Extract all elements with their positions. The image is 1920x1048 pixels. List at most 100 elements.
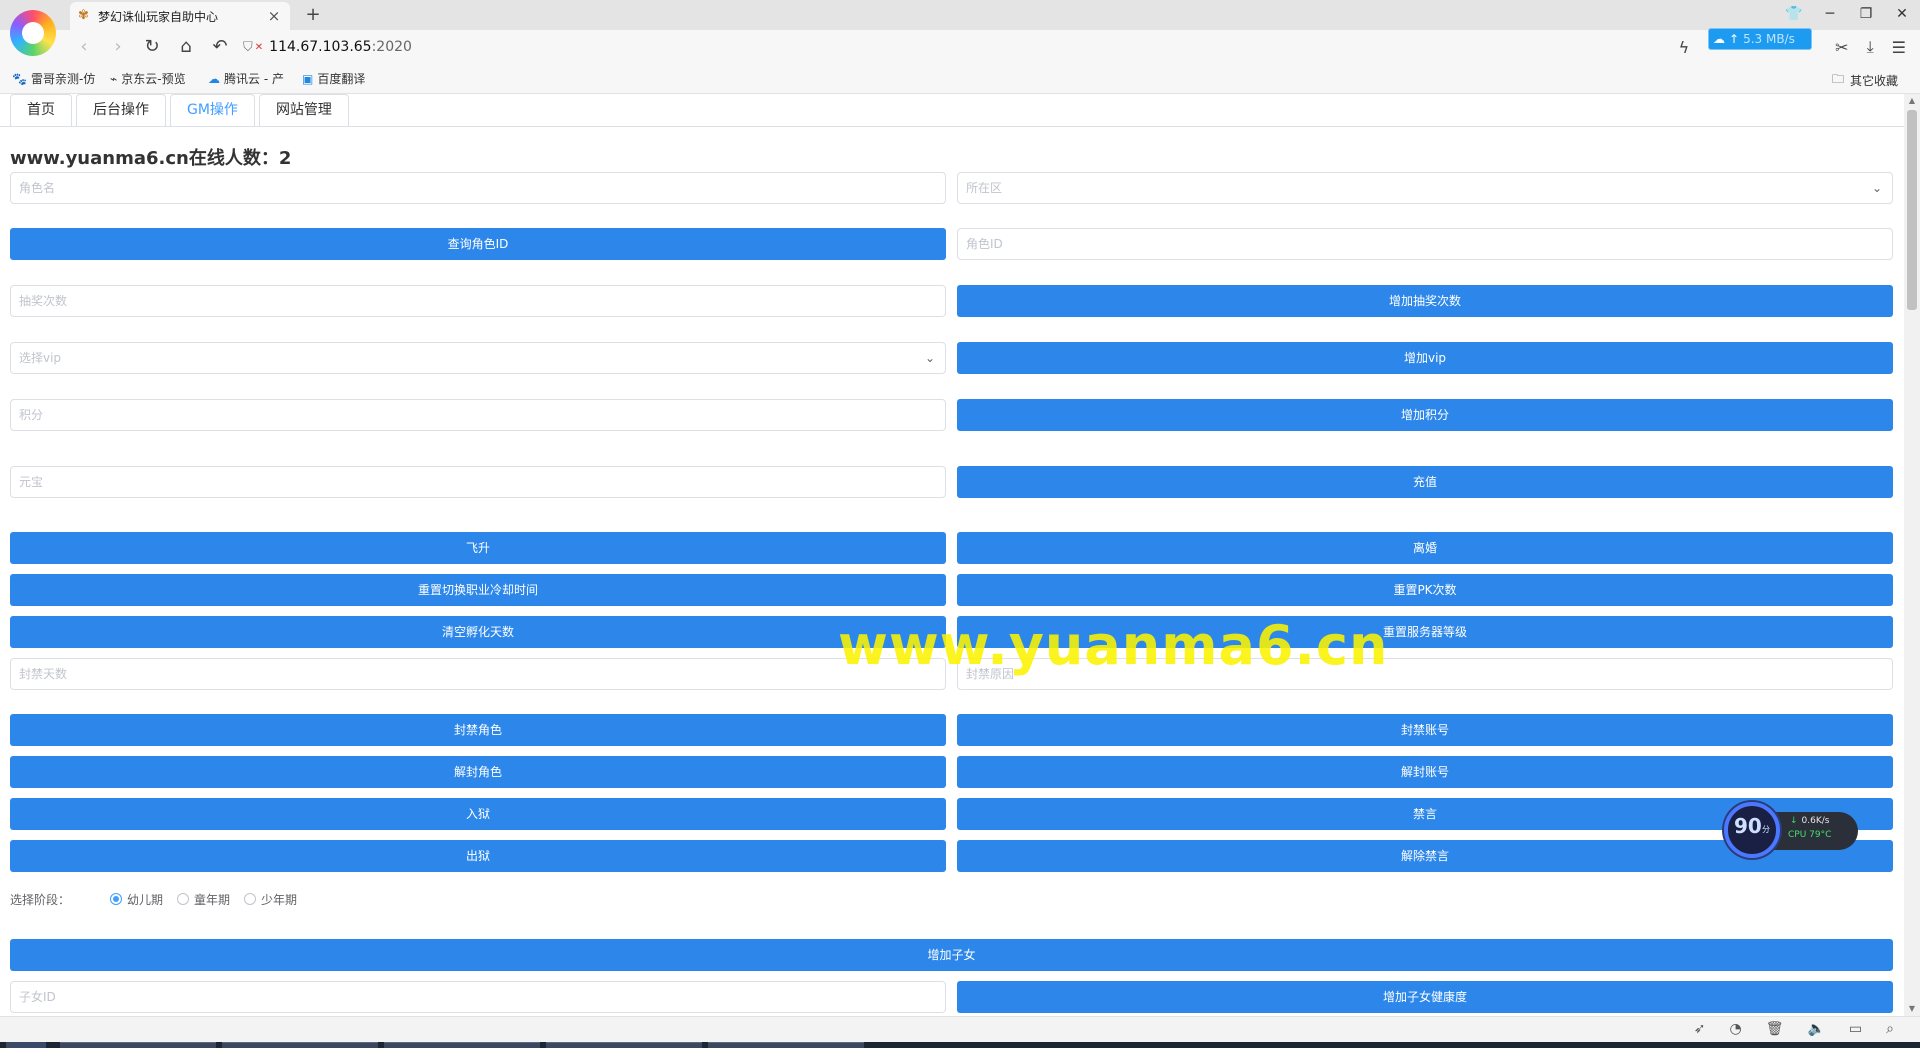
stage-selector: 选择阶段： 幼儿期 童年期 少年期 [10, 890, 297, 908]
server-select[interactable]: 所在区 ⌄ [957, 172, 1893, 204]
folder-icon: 🗀 [1831, 72, 1844, 86]
reload-icon[interactable]: ↻ [140, 36, 164, 60]
vip-select[interactable]: 选择vip ⌄ [10, 342, 946, 374]
taskbar-item[interactable] [546, 1042, 702, 1048]
rocket-icon[interactable]: ➶ [1694, 1021, 1706, 1037]
radio-checked-icon [110, 893, 123, 905]
speedometer-icon[interactable]: ◔ [1729, 1021, 1741, 1037]
home-icon[interactable]: ⌂ [174, 36, 198, 60]
role-name-input[interactable]: 角色名 [10, 172, 946, 204]
undo-close-icon[interactable]: ↶ [208, 36, 232, 60]
bookmark-icon: ⌁ [110, 71, 118, 86]
browser-logo[interactable] [10, 10, 56, 56]
lottery-count-input[interactable]: 抽奖次数 [10, 285, 946, 317]
taskbar-item[interactable] [222, 1042, 378, 1048]
stage-radio-youth[interactable]: 少年期 [244, 891, 297, 908]
bookmark-item[interactable]: ☁ 腾讯云 - 产 [208, 70, 284, 87]
stage-radio-childhood[interactable]: 童年期 [177, 891, 230, 908]
reset-pk-button[interactable]: 重置PK次数 [957, 574, 1893, 606]
yuanbao-input[interactable]: 元宝 [10, 466, 946, 498]
divorce-button[interactable]: 离婚 [957, 532, 1893, 564]
release-button[interactable]: 出狱 [10, 840, 946, 872]
online-count: 2 [278, 148, 292, 169]
points-input[interactable]: 积分 [10, 399, 946, 431]
main-tabs: 首页 后台操作 GM操作 网站管理 [10, 94, 349, 126]
status-icons: ➶ ◔ 🗑 🔈 ▭ ⌕ [1694, 1021, 1894, 1037]
tab-favicon-icon: ✾ [78, 8, 89, 23]
role-id-input[interactable]: 角色ID [957, 228, 1893, 260]
new-tab-button[interactable]: + [302, 4, 324, 26]
chevron-down-icon: ⌄ [1871, 181, 1882, 195]
security-shield-icon[interactable]: ⛉ [243, 40, 253, 55]
scroll-up-icon[interactable]: ▲ [1904, 94, 1920, 108]
ban-role-button[interactable]: 封禁角色 [10, 714, 946, 746]
add-lottery-button[interactable]: 增加抽奖次数 [957, 285, 1893, 317]
page-content: 首页 后台操作 GM操作 网站管理 www.yuanma6.cn在线人数：2 角… [0, 94, 1904, 1016]
restore-icon[interactable]: ❐ [1856, 2, 1876, 26]
download-icon[interactable]: ⤓ [1867, 37, 1874, 57]
unban-role-button[interactable]: 解封角色 [10, 756, 946, 788]
cloud-bookmark-icon: ☁ [208, 71, 220, 86]
add-child-health-button[interactable]: 增加子女健康度 [957, 981, 1893, 1013]
add-child-button[interactable]: 增加子女 [10, 939, 1893, 971]
add-points-button[interactable]: 增加积分 [957, 399, 1893, 431]
start-button[interactable] [6, 1042, 46, 1048]
jail-button[interactable]: 入狱 [10, 798, 946, 830]
add-vip-button[interactable]: 增加vip [957, 342, 1893, 374]
child-id-input[interactable]: 子女ID [10, 981, 946, 1013]
address-bar[interactable]: ⛉ ✕ 114.67.103.65:2020 [243, 35, 412, 59]
other-bookmarks[interactable]: 🗀 其它收藏 [1832, 70, 1898, 91]
menu-icon[interactable]: ☰ [1892, 38, 1906, 57]
unban-account-button[interactable]: 解封账号 [957, 756, 1893, 788]
browser-tabstrip: ✾ 梦幻诛仙玩家自助中心 × + 👕 ─ ❐ ✕ [0, 0, 1920, 30]
window-icon[interactable]: ▭ [1849, 1021, 1862, 1037]
monitor-score: 90 [1734, 814, 1762, 838]
taskbar-item[interactable] [60, 1042, 216, 1048]
trash-icon[interactable]: 🗑 [1766, 1021, 1784, 1037]
chevron-down-icon: ⌄ [924, 351, 935, 365]
minimize-icon[interactable]: ─ [1820, 2, 1840, 26]
recharge-button[interactable]: 充值 [957, 466, 1893, 498]
upload-speed-badge[interactable]: ☁ ↑ 5.3 MB/s [1708, 28, 1812, 50]
ban-days-input[interactable]: 封禁天数 [10, 658, 946, 690]
lightning-icon[interactable]: ϟ [1679, 38, 1690, 57]
bookmark-item[interactable]: 🐾 雷哥亲测-仿 [12, 70, 95, 87]
clear-incubate-button[interactable]: 清空孵化天数 [10, 616, 946, 648]
query-role-id-button[interactable]: 查询角色ID [10, 228, 946, 260]
back-icon[interactable]: ‹ [72, 36, 96, 60]
close-window-icon[interactable]: ✕ [1892, 2, 1912, 26]
system-monitor-widget[interactable]: 90 分 ↓ 0.6K/s CPU 79°C [1724, 802, 1860, 858]
ascend-button[interactable]: 飞升 [10, 532, 946, 564]
tab-gm[interactable]: GM操作 [170, 94, 255, 126]
volume-icon[interactable]: 🔈 [1807, 1021, 1824, 1037]
stage-radio-infant[interactable]: 幼儿期 [110, 891, 163, 908]
reset-job-cooldown-button[interactable]: 重置切换职业冷却时间 [10, 574, 946, 606]
browser-tab[interactable]: ✾ 梦幻诛仙玩家自助中心 × [70, 2, 290, 30]
navigation-bar: ‹ › ↻ ⌂ ↶ ⛉ ✕ 114.67.103.65:2020 ϟ ✂ ⤓ ☰ [0, 30, 1920, 64]
skin-icon[interactable]: 👕 [1784, 2, 1804, 26]
forward-icon[interactable]: › [106, 36, 130, 60]
tabs-divider [0, 126, 1904, 127]
online-count-heading: www.yuanma6.cn在线人数：2 [10, 144, 291, 170]
ban-reason-input[interactable]: 封禁原因 [957, 658, 1893, 690]
monitor-cpu: CPU 79°C [1788, 830, 1832, 840]
browser-chrome: ✾ 梦幻诛仙玩家自助中心 × + 👕 ─ ❐ ✕ ‹ › ↻ ⌂ ↶ ⛉ ✕ 1… [0, 0, 1920, 94]
reset-server-level-button[interactable]: 重置服务器等级 [957, 616, 1893, 648]
taskbar-item[interactable] [384, 1042, 540, 1048]
tab-close-icon[interactable]: × [266, 7, 282, 25]
tab-site-admin[interactable]: 网站管理 [258, 94, 349, 126]
page-scrollbar[interactable]: ▲ ▼ [1904, 94, 1920, 1016]
ban-account-button[interactable]: 封禁账号 [957, 714, 1893, 746]
window-controls: 👕 ─ ❐ ✕ [1784, 2, 1912, 26]
scroll-down-icon[interactable]: ▼ [1904, 1002, 1920, 1016]
tab-backend[interactable]: 后台操作 [76, 94, 166, 126]
bookmark-item[interactable]: ⌁ 京东云-预览 [110, 70, 186, 87]
tab-home[interactable]: 首页 [10, 94, 72, 126]
bookmark-item[interactable]: ▣ 百度翻译 [302, 70, 365, 87]
taskbar-item[interactable] [708, 1042, 864, 1048]
cut-icon[interactable]: ✂ [1835, 38, 1848, 57]
zoom-icon[interactable]: ⌕ [1886, 1021, 1894, 1037]
scroll-thumb[interactable] [1907, 110, 1917, 310]
translate-icon: ▣ [302, 71, 314, 86]
not-secure-icon: ✕ [254, 41, 264, 53]
